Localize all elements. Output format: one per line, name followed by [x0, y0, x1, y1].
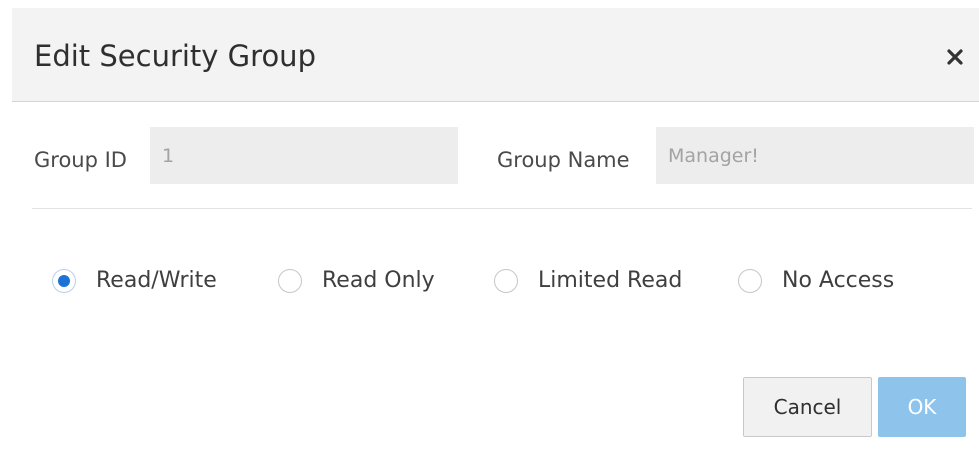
group-id-input[interactable]	[150, 127, 458, 184]
dialog-title: Edit Security Group	[34, 39, 316, 73]
radio-read-only-label: Read Only	[322, 268, 435, 293]
group-name-input[interactable]	[656, 127, 974, 184]
radio-limited-read-label: Limited Read	[538, 268, 683, 293]
ok-button[interactable]: OK	[878, 377, 966, 437]
edit-security-group-dialog: Edit Security Group Group ID Group Name …	[12, 8, 979, 463]
group-id-label: Group ID	[34, 148, 127, 172]
access-level-radio-group: Read/Write Read Only Limited Read No Acc…	[12, 262, 979, 302]
radio-no-access-label: No Access	[782, 268, 895, 293]
cancel-button[interactable]: Cancel	[743, 377, 872, 437]
radio-button[interactable]	[494, 269, 518, 293]
group-name-label: Group Name	[497, 148, 630, 172]
section-divider	[32, 208, 972, 209]
radio-button[interactable]	[738, 269, 762, 293]
radio-read-write-label: Read/Write	[96, 268, 217, 293]
radio-dot	[58, 275, 70, 287]
close-button[interactable]	[942, 44, 968, 70]
radio-button[interactable]	[278, 269, 302, 293]
radio-button-checked[interactable]	[52, 269, 76, 293]
dialog-header: Edit Security Group	[12, 8, 979, 102]
close-icon	[947, 49, 963, 65]
